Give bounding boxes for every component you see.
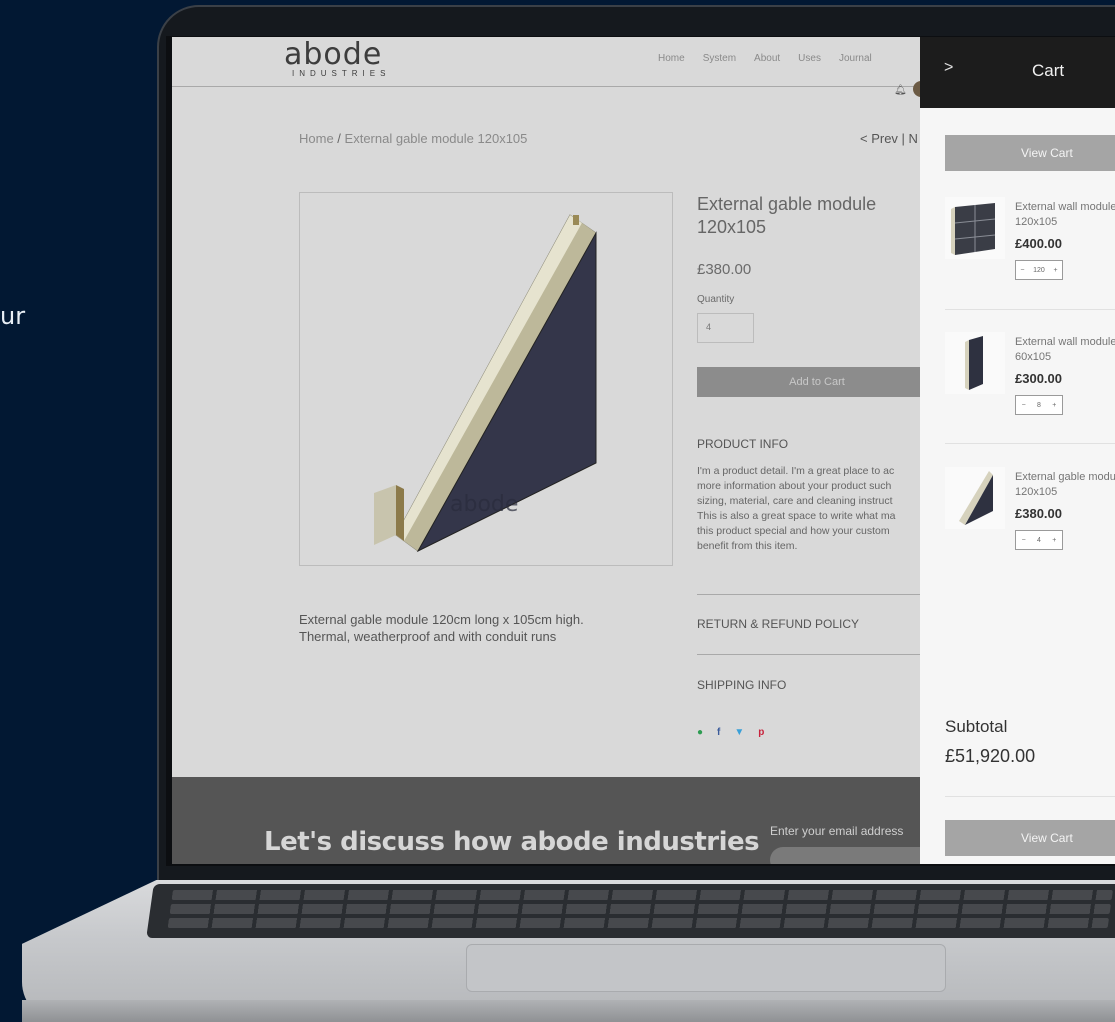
quantity-stepper[interactable]: − 4 + — [1015, 530, 1063, 550]
cart-item-thumbnail[interactable] — [945, 467, 1005, 529]
divider — [945, 796, 1115, 797]
site-logo[interactable]: abode INDUSTRIES — [284, 37, 391, 79]
plus-icon[interactable]: + — [1052, 537, 1056, 544]
logo-wordmark: abode — [284, 37, 383, 72]
quantity-stepper[interactable]: − 8 + — [1015, 395, 1063, 415]
email-label: Enter your email address — [770, 824, 904, 838]
minus-icon[interactable]: − — [1020, 267, 1024, 274]
cart-item-name[interactable]: External wall module 120x105 — [1015, 200, 1115, 230]
quantity-stepper[interactable]: − 120 + — [1015, 260, 1063, 280]
divider — [697, 654, 927, 655]
cart-item: External gable module 120x105 £380.00 − … — [945, 467, 1115, 577]
product-title: External gable module 120x105 — [697, 194, 877, 237]
plus-icon[interactable]: + — [1052, 402, 1056, 409]
cart-panel: > Cart View Cart External wall module 12… — [920, 37, 1115, 864]
nav-home[interactable]: Home — [658, 53, 685, 64]
nav-journal[interactable]: Journal — [839, 53, 872, 64]
cart-item-price: £300.00 — [1015, 371, 1062, 386]
facebook-icon[interactable]: f — [717, 727, 720, 738]
quantity-input[interactable]: 4 — [697, 313, 754, 343]
bell-icon[interactable]: 🔔︎ — [894, 85, 907, 96]
info-line: This is also a great space to write what… — [697, 510, 896, 522]
footer-cta: Let's discuss how abode industries — [264, 827, 760, 857]
close-chevron-icon[interactable]: > — [944, 59, 953, 77]
quantity-value[interactable]: 120 — [1033, 267, 1045, 274]
cart-item-name[interactable]: External gable module 120x105 — [1015, 470, 1115, 500]
stage: ur abode INDUSTRIES Home System About Us… — [0, 0, 1115, 1022]
product-description: External gable module 120cm long x 105cm… — [299, 612, 584, 644]
divider — [945, 309, 1115, 310]
background-text: ur — [0, 302, 26, 330]
pager-separator: | — [897, 131, 909, 146]
wall-module-thumb-icon — [951, 203, 996, 255]
laptop-base-edge — [22, 1000, 1115, 1022]
prev-link[interactable]: < Prev — [860, 131, 898, 146]
nav-system[interactable]: System — [703, 53, 736, 64]
logo-subtitle: INDUSTRIES — [292, 69, 391, 78]
breadcrumb-separator: / — [333, 131, 345, 146]
nav-uses[interactable]: Uses — [798, 53, 821, 64]
cart-item-price: £400.00 — [1015, 236, 1062, 251]
view-cart-button-bottom[interactable]: View Cart — [945, 820, 1115, 856]
cart-header: > Cart — [920, 37, 1115, 108]
plus-icon[interactable]: + — [1054, 267, 1058, 274]
view-cart-button[interactable]: View Cart — [945, 135, 1115, 171]
subtotal-label: Subtotal — [945, 717, 1008, 736]
quantity-value[interactable]: 8 — [1037, 402, 1041, 409]
quantity-value[interactable]: 4 — [1037, 537, 1041, 544]
breadcrumb-home[interactable]: Home — [299, 131, 334, 146]
product-price: £380.00 — [697, 261, 752, 278]
cart-item-name[interactable]: External wall module 60x105 — [1015, 335, 1115, 365]
cart-item-thumbnail[interactable] — [945, 197, 1005, 259]
breadcrumb-current: External gable module 120x105 — [344, 131, 528, 146]
main-nav: Home System About Uses Journal — [658, 53, 872, 64]
info-line: this product special and how your custom — [697, 525, 890, 537]
social-share: ● f ▼ p — [697, 727, 764, 738]
laptop-trackpad — [466, 944, 946, 992]
cart-title: Cart — [1032, 61, 1065, 80]
cart-item-thumbnail[interactable] — [945, 332, 1005, 394]
laptop-keyboard — [146, 884, 1115, 938]
quantity-label: Quantity — [697, 294, 735, 305]
product-pager: < Prev | N — [860, 131, 918, 146]
info-line: I'm a product detail. I'm a great place … — [697, 465, 895, 477]
nav-about[interactable]: About — [754, 53, 780, 64]
next-link[interactable]: N — [909, 131, 918, 146]
divider — [945, 443, 1115, 444]
subtotal-value: £51,920.00 — [945, 746, 1036, 766]
twitter-icon[interactable]: ▼ — [734, 727, 744, 738]
wall-module-thumb-icon — [965, 336, 983, 390]
product-info-heading[interactable]: PRODUCT INFO — [697, 437, 788, 451]
cart-item: External wall module 120x105 £400.00 − 1… — [945, 197, 1115, 307]
info-line: benefit from this item. — [697, 540, 798, 552]
shipping-info-toggle[interactable]: SHIPPING INFO — [697, 678, 786, 692]
product-image[interactable]: abode — [299, 192, 673, 566]
info-line: more information about your product such — [697, 480, 892, 492]
add-to-cart-button[interactable]: Add to Cart — [697, 367, 937, 397]
cart-item-price: £380.00 — [1015, 506, 1062, 521]
gable-module-illustration: abode — [374, 214, 597, 553]
pinterest-icon[interactable]: p — [758, 727, 764, 738]
whatsapp-icon[interactable]: ● — [697, 727, 703, 738]
divider — [697, 594, 927, 595]
gable-module-thumb-icon — [959, 471, 993, 525]
breadcrumb: Home / External gable module 120x105 — [299, 131, 527, 146]
minus-icon[interactable]: − — [1022, 402, 1026, 409]
laptop-screen: abode INDUSTRIES Home System About Uses … — [172, 37, 1115, 864]
cart-item: External wall module 60x105 £300.00 − 8 … — [945, 332, 1115, 442]
image-watermark: abode — [450, 492, 518, 517]
return-policy-toggle[interactable]: RETURN & REFUND POLICY — [697, 617, 859, 631]
product-info-text: I'm a product detail. I'm a great place … — [697, 464, 927, 554]
minus-icon[interactable]: − — [1022, 537, 1026, 544]
info-line: sizing, material, care and cleaning inst… — [697, 495, 893, 507]
